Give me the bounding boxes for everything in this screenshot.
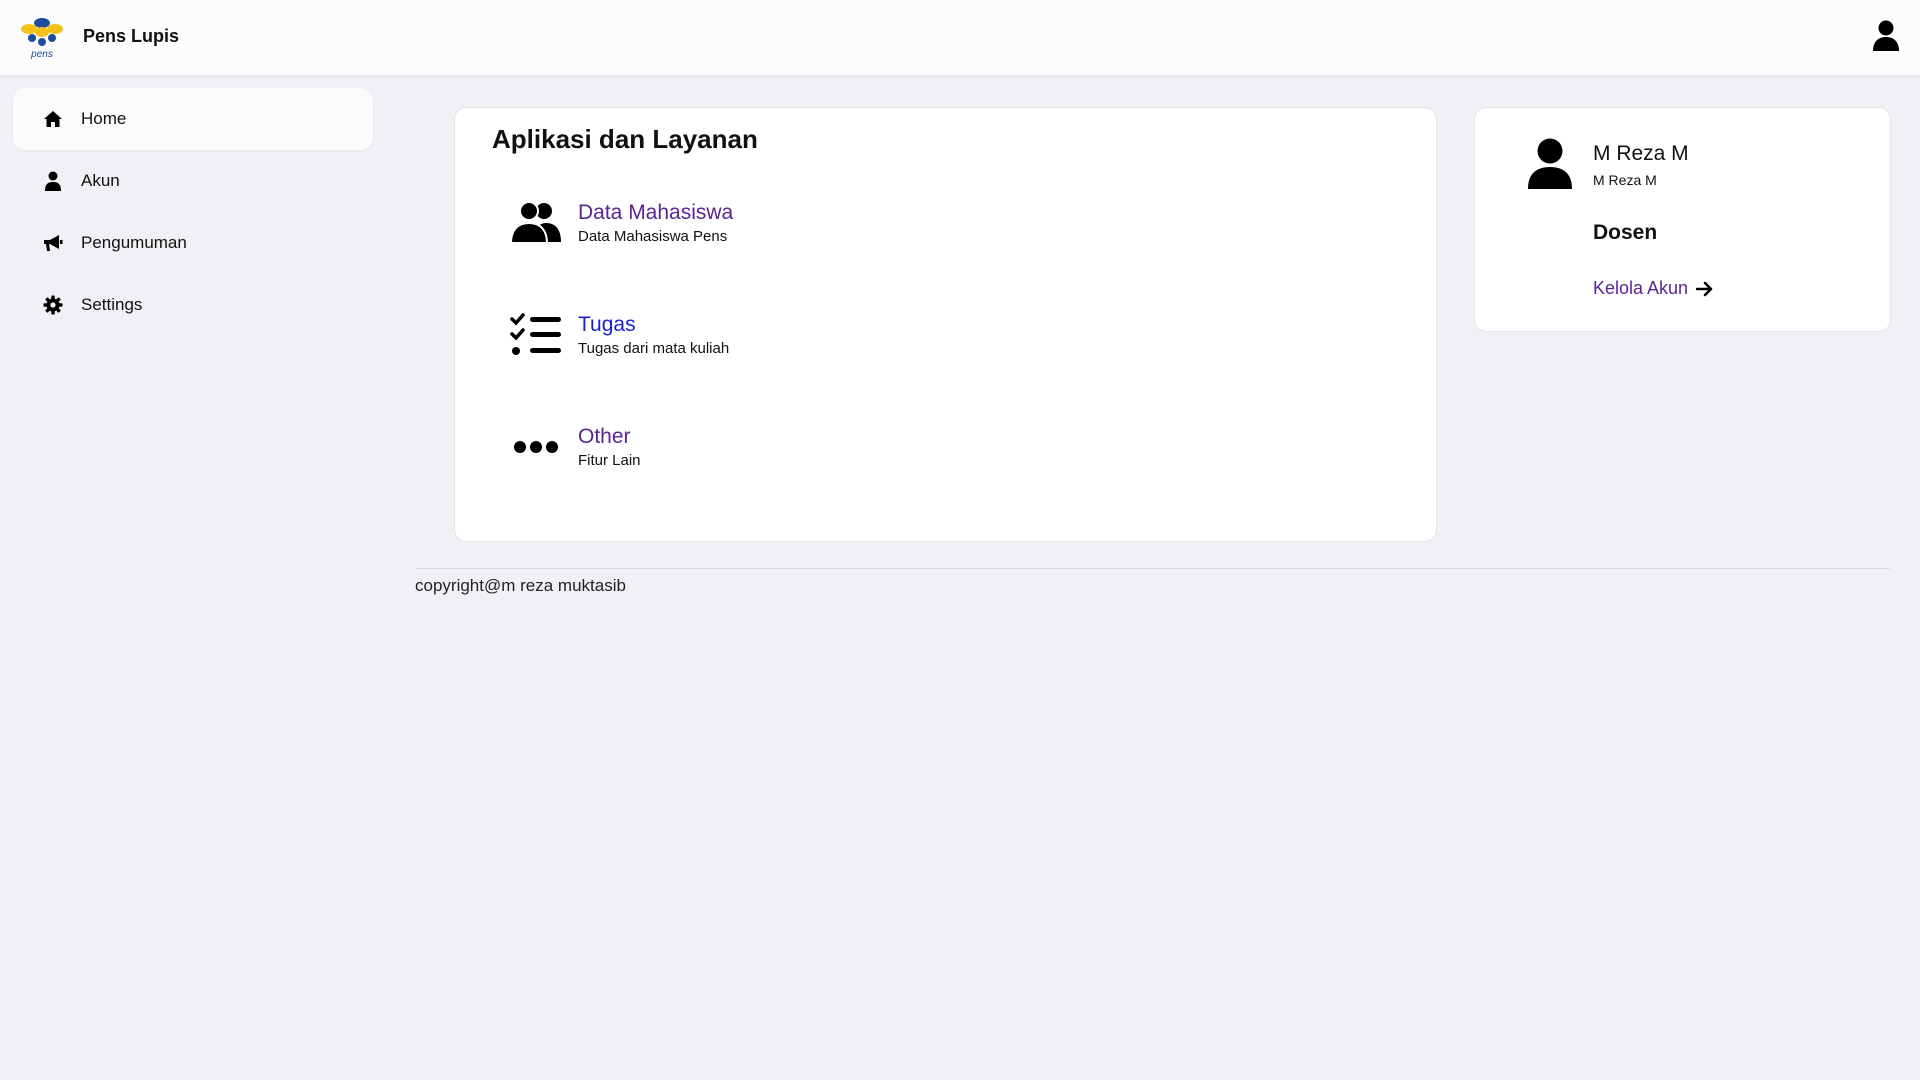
sidebar-item-pengumuman[interactable]: Pengumuman bbox=[13, 212, 373, 274]
app-description: Data Mahasiswa Pens bbox=[578, 228, 728, 245]
profile-name: M Reza M bbox=[1593, 142, 1689, 165]
arrow-right-icon bbox=[1695, 281, 1714, 297]
profile-username: M Reza M bbox=[1593, 172, 1657, 188]
manage-account-label: Kelola Akun bbox=[1593, 278, 1689, 298]
app-other[interactable]: Other Fitur Lain bbox=[510, 424, 641, 470]
app-data-mahasiswa[interactable]: Data Mahasiswa Data Mahasiswa Pens bbox=[510, 200, 733, 246]
sidebar-item-label: Home bbox=[81, 109, 127, 128]
apps-services-card: Aplikasi dan Layanan Data Mahasiswa Data… bbox=[454, 107, 1437, 542]
gear-icon bbox=[43, 295, 63, 315]
sidebar-item-akun[interactable]: Akun bbox=[13, 150, 373, 212]
user-menu-icon[interactable] bbox=[1872, 20, 1900, 52]
footer-copyright: copyright@m reza muktasib bbox=[415, 576, 626, 595]
profile-role: Dosen bbox=[1593, 221, 1658, 244]
ellipsis-icon bbox=[510, 424, 562, 470]
sidebar-item-home[interactable]: Home bbox=[13, 88, 373, 150]
manage-account-link[interactable]: Kelola Akun bbox=[1593, 278, 1714, 299]
app-brand-name[interactable]: Pens Lupis bbox=[83, 26, 179, 47]
sidebar-item-label: Pengumuman bbox=[81, 233, 187, 252]
app-tugas[interactable]: Tugas Tugas dari mata kuliah bbox=[510, 312, 729, 358]
user-icon bbox=[43, 171, 63, 191]
svg-text:pens: pens bbox=[30, 49, 53, 60]
sidebar-item-settings[interactable]: Settings bbox=[13, 274, 373, 336]
sidebar-item-label: Akun bbox=[81, 171, 120, 190]
app-description: Tugas dari mata kuliah bbox=[578, 340, 730, 357]
pens-logo[interactable]: pens bbox=[18, 14, 66, 60]
megaphone-icon bbox=[43, 233, 63, 253]
users-icon bbox=[510, 200, 562, 246]
app-name-link[interactable]: Other bbox=[578, 424, 641, 450]
app-name-link[interactable]: Tugas bbox=[578, 312, 729, 338]
home-icon bbox=[43, 109, 63, 129]
profile-card: M Reza M M Reza M Dosen Kelola Akun bbox=[1474, 107, 1891, 332]
sidebar-nav: Home Akun Pengumuman Settings bbox=[13, 88, 373, 336]
top-bar: pens Pens Lupis bbox=[0, 0, 1920, 75]
footer-divider bbox=[415, 568, 1890, 569]
avatar-icon bbox=[1527, 138, 1573, 190]
app-description: Fitur Lain bbox=[578, 452, 641, 469]
section-title: Aplikasi dan Layanan bbox=[492, 124, 758, 154]
tasks-list-icon bbox=[510, 312, 562, 358]
app-name-link[interactable]: Data Mahasiswa bbox=[578, 200, 733, 226]
sidebar-item-label: Settings bbox=[81, 295, 143, 314]
